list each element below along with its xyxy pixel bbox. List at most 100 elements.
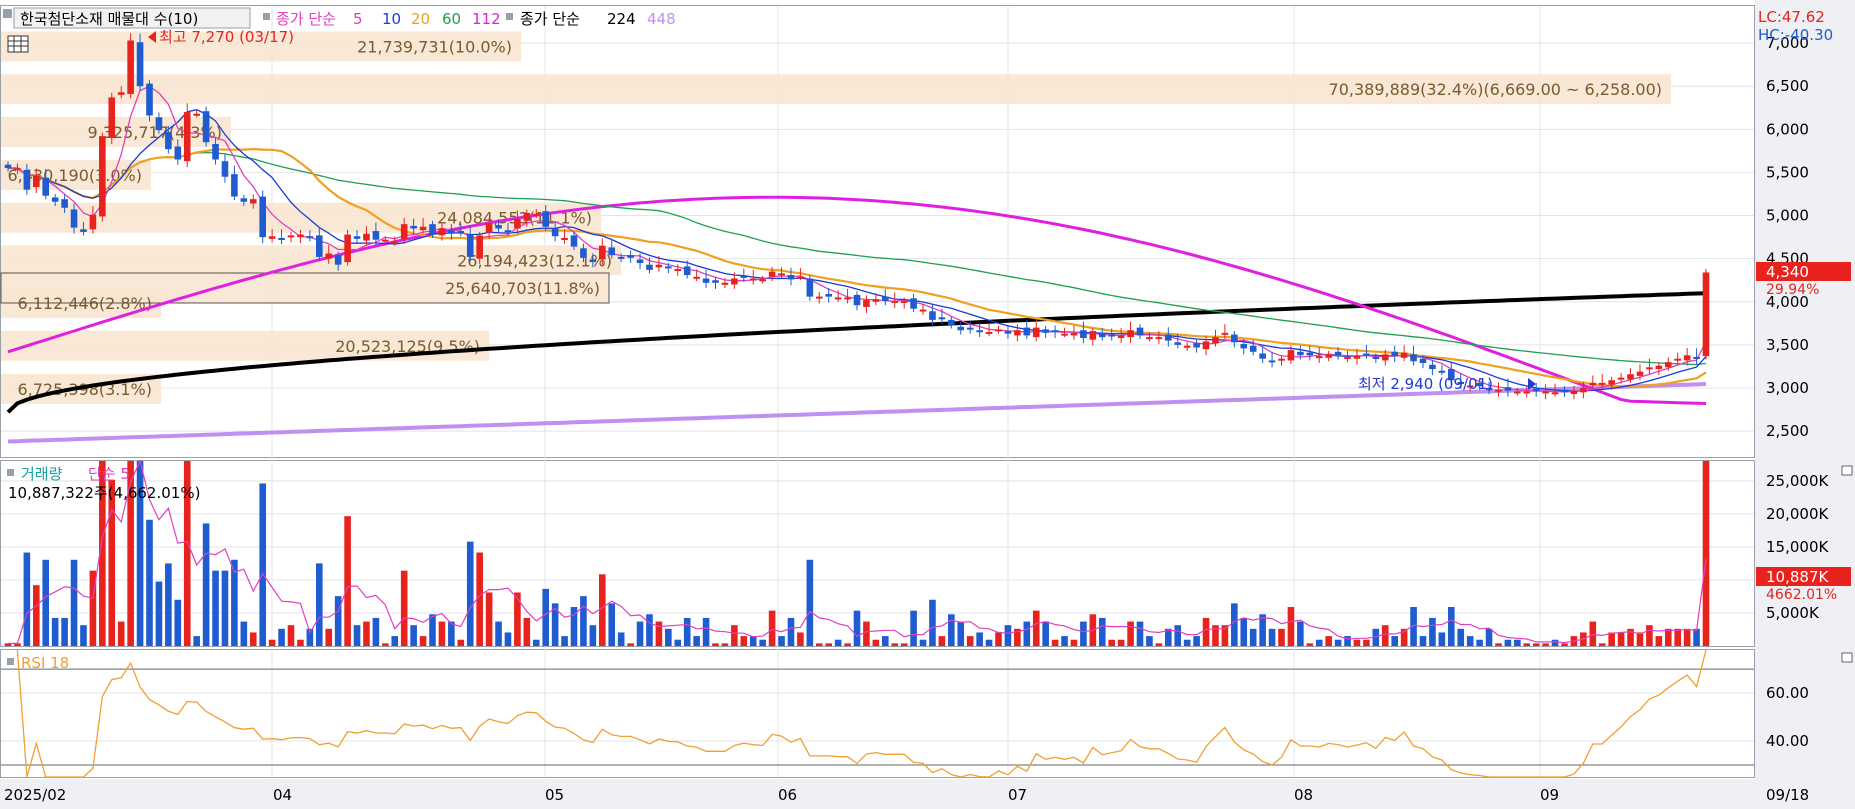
candle-body [948, 319, 955, 326]
rsi-title[interactable]: RSI 18 [21, 654, 69, 672]
volume-bar [1447, 607, 1455, 646]
volume-bar [1051, 639, 1059, 646]
candle-body [966, 327, 974, 330]
volume-bar [1532, 643, 1540, 646]
volume-bar [1287, 607, 1295, 646]
candle-body [1504, 387, 1512, 391]
candle-body [457, 231, 465, 234]
volume-bar [80, 625, 87, 646]
rsi-close-icon[interactable] [1841, 652, 1853, 663]
menu-square-icon[interactable] [3, 9, 12, 18]
candle-body [976, 330, 983, 333]
candle-body [1334, 351, 1342, 356]
candle-body [627, 255, 634, 258]
volume-bar [702, 617, 710, 646]
ma-period-448[interactable]: 448 [647, 10, 676, 28]
x-label-apr: 04 [273, 786, 292, 804]
candle-body [985, 331, 993, 334]
volume-bar [1429, 617, 1436, 646]
candle-body [542, 211, 550, 227]
volume-bar [1391, 636, 1399, 646]
volume-bar [1325, 636, 1332, 646]
ma-period-224[interactable]: 224 [607, 10, 636, 28]
candle-body [863, 300, 870, 307]
candle-body [278, 237, 285, 240]
volume-bar [1117, 639, 1125, 646]
volume-bar [1061, 636, 1068, 646]
volume-bar [1495, 643, 1502, 646]
candle-body [1580, 388, 1587, 393]
price-tick-label: 3,500 [1766, 336, 1809, 354]
candle-body [551, 228, 559, 237]
rsi-tick-label: 60.00 [1766, 684, 1809, 702]
candle-body [787, 275, 795, 280]
volume-bar [1438, 632, 1446, 646]
candle-body [646, 264, 653, 270]
high-label: 최고 7,270 (03/17) [159, 28, 294, 46]
volume-bar [1542, 643, 1549, 646]
ma-legend-icon [263, 13, 270, 20]
ma2-legend-icon [506, 13, 513, 20]
ma-legend-label[interactable]: 종가 단순 [276, 10, 336, 28]
volume-bar [400, 570, 408, 646]
x-label-feb: 2025/02 [4, 786, 66, 804]
candle-body [372, 231, 380, 240]
volume-bar [1146, 636, 1153, 646]
candle-body [42, 177, 50, 196]
candle-body [4, 164, 12, 169]
volume-bar [391, 636, 399, 646]
candle-body [1183, 345, 1191, 348]
ma-period-112[interactable]: 112 [472, 10, 501, 28]
volume-bar [287, 625, 295, 646]
candle-body [174, 146, 182, 160]
volume-bar [457, 639, 465, 646]
ma2-legend-label[interactable]: 종가 단순 [520, 10, 580, 28]
volume-bar [1693, 628, 1700, 646]
candle-body [1344, 356, 1351, 359]
volume-bar [542, 588, 550, 646]
ma-period-5[interactable]: 5 [353, 10, 363, 28]
volume-bar [1023, 621, 1031, 646]
volume-bar [1353, 639, 1361, 646]
x-label-aug: 08 [1294, 786, 1313, 804]
volume-bar [938, 636, 946, 646]
x-label-last-date: 09/18 [1766, 786, 1809, 804]
volume-bar [721, 643, 729, 646]
volume-bar [900, 643, 908, 646]
candle-body [14, 168, 21, 171]
candle-body [1561, 389, 1568, 393]
candle-body [1627, 374, 1634, 380]
volume-bar [834, 639, 842, 646]
volume-bar [1664, 628, 1672, 646]
candle-body [1410, 354, 1417, 362]
volume-bar [1466, 636, 1474, 646]
candle-body [1315, 356, 1323, 359]
candle-body [155, 117, 163, 131]
volume-bar [315, 563, 323, 646]
ma-period-10[interactable]: 10 [382, 10, 401, 28]
volume-tick-label: 5,000K [1766, 604, 1820, 622]
volume-bar [429, 614, 436, 646]
candle-body [1136, 327, 1144, 336]
candle-body [99, 136, 106, 217]
candle-body [919, 309, 927, 312]
ma-period-60[interactable]: 60 [442, 10, 461, 28]
volume-bar [995, 632, 1002, 646]
volume-close-icon[interactable] [1841, 465, 1853, 476]
volume-bar [334, 596, 342, 646]
candle-body [1098, 332, 1106, 338]
table-icon[interactable] [7, 35, 29, 53]
candle-body [1306, 352, 1314, 356]
volume-bar [740, 636, 748, 646]
volume-title[interactable]: 거래량 [21, 465, 63, 483]
price-tick-label: 5,500 [1766, 163, 1809, 181]
volume-bar [532, 639, 540, 646]
volume-bar [636, 621, 644, 646]
candle-body [136, 42, 144, 87]
candle-body [598, 245, 606, 260]
candle-body [221, 161, 229, 177]
volume-bar [1240, 617, 1248, 646]
volume-ma-label[interactable]: 단순 5 [88, 465, 130, 483]
volume-bar [1457, 628, 1465, 646]
ma-period-20[interactable]: 20 [411, 10, 430, 28]
